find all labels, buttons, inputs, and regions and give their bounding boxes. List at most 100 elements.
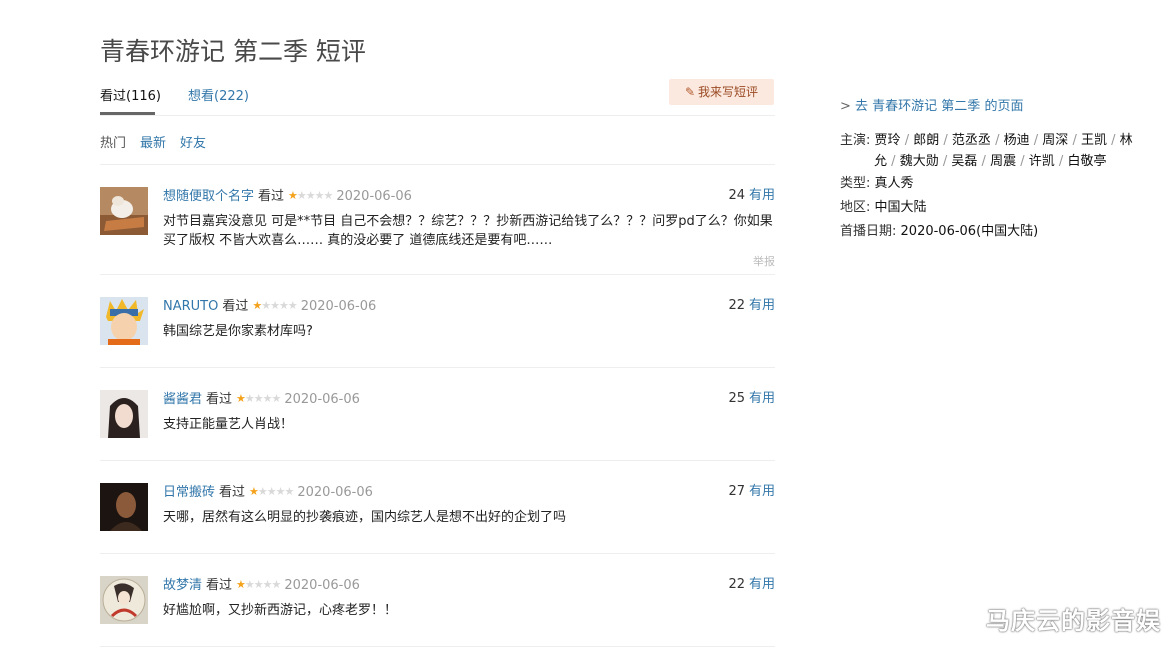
cast-separator: / bbox=[981, 154, 986, 169]
cast-member-link[interactable]: 魏大勋 bbox=[900, 154, 939, 169]
report-link[interactable]: 举报 bbox=[753, 253, 775, 269]
genre-label: 类型: bbox=[840, 176, 871, 191]
rating-stars: ★★★★★ bbox=[252, 299, 297, 312]
review-status: 看过 bbox=[206, 392, 233, 407]
premiere-row: 首播日期: 2020-06-06(中国大陆) bbox=[840, 220, 1140, 244]
useful-count: 22 bbox=[728, 298, 745, 313]
useful-vote[interactable]: 25 有用 bbox=[728, 390, 775, 407]
cast-member-link[interactable]: 许凯 bbox=[1029, 154, 1055, 169]
useful-label: 有用 bbox=[748, 577, 775, 592]
sort-hot[interactable]: 热门 bbox=[100, 132, 126, 151]
review-username[interactable]: 故梦清 bbox=[163, 578, 202, 593]
goto-subject-label: 去 青春环游记 第二季 的页面 bbox=[855, 99, 1024, 114]
cast-member-link[interactable]: 杨迪 bbox=[1004, 133, 1030, 148]
review-date: 2020-06-06 bbox=[336, 189, 412, 204]
sort-latest[interactable]: 最新 bbox=[140, 132, 166, 151]
review-status: 看过 bbox=[222, 299, 249, 314]
cast-member-link[interactable]: 周深 bbox=[1042, 133, 1068, 148]
review-item: 酱酱君 看过 ★★★★★ 2020-06-06 25 有用 支持正能量艺人肖战！ bbox=[100, 390, 775, 461]
avatar[interactable] bbox=[100, 187, 148, 235]
review-date: 2020-06-06 bbox=[284, 392, 360, 407]
goto-subject-link[interactable]: > 去 青春环游记 第二季 的页面 bbox=[840, 95, 1140, 119]
cast-member-link[interactable]: 范丞丞 bbox=[952, 133, 991, 148]
useful-label: 有用 bbox=[748, 484, 775, 499]
cast-label: 主演: bbox=[840, 133, 871, 148]
cast-separator: / bbox=[891, 154, 896, 169]
useful-vote[interactable]: 22 有用 bbox=[728, 297, 775, 314]
review-username[interactable]: 酱酱君 bbox=[163, 392, 202, 407]
cast-separator: / bbox=[1033, 133, 1039, 148]
sort-bar: 热门 最新 好友 bbox=[100, 132, 775, 165]
tab-watched[interactable]: 看过(116) bbox=[100, 85, 161, 115]
write-review-label: 我来写短评 bbox=[698, 85, 759, 99]
genre-value: 真人秀 bbox=[874, 176, 914, 191]
avatar[interactable] bbox=[100, 483, 148, 531]
region-label: 地区: bbox=[840, 200, 871, 215]
watermark: 马庆云的影音娱 bbox=[986, 607, 1161, 635]
cast-separator: / bbox=[1020, 154, 1025, 169]
cast-list: 贾玲 / 郎朗 / 范丞丞 / 杨迪 / 周深 / 王凯 / 林允 / 魏大勋 … bbox=[874, 133, 1133, 169]
cast-separator: / bbox=[943, 133, 948, 148]
useful-vote[interactable]: 22 有用 bbox=[728, 576, 775, 593]
useful-count: 27 bbox=[728, 484, 745, 499]
cast-member-link[interactable]: 王凯 bbox=[1081, 133, 1107, 148]
cast-member-link[interactable]: 周震 bbox=[990, 154, 1016, 169]
useful-count: 24 bbox=[728, 188, 745, 203]
useful-count: 25 bbox=[728, 391, 745, 406]
avatar[interactable] bbox=[100, 297, 148, 345]
cast-row: 主演: 贾玲 / 郎朗 / 范丞丞 / 杨迪 / 周深 / 王凯 / 林允 / … bbox=[840, 130, 1140, 172]
avatar[interactable] bbox=[100, 390, 148, 438]
useful-label: 有用 bbox=[748, 298, 775, 313]
review-status: 看过 bbox=[219, 485, 246, 500]
review-content: 对节目嘉宾没意见 可是**节目 自己不会想？？综艺？？？抄新西游记给钱了么？？？… bbox=[163, 214, 773, 248]
cast-member-link[interactable]: 郎朗 bbox=[913, 133, 939, 148]
review-status: 看过 bbox=[258, 189, 285, 204]
review-content: 韩国综艺是你家素材库吗? bbox=[163, 324, 313, 339]
review-username[interactable]: 想随便取个名字 bbox=[163, 189, 254, 204]
cast-member-link[interactable]: 白敬亭 bbox=[1067, 154, 1106, 169]
premiere-label: 首播日期: bbox=[840, 224, 897, 239]
review-date: 2020-06-06 bbox=[300, 299, 377, 314]
genre-row: 类型: 真人秀 bbox=[840, 172, 1140, 196]
rating-stars: ★★★★★ bbox=[236, 578, 281, 591]
useful-label: 有用 bbox=[748, 391, 775, 406]
review-status: 看过 bbox=[206, 578, 233, 593]
review-username[interactable]: 日常搬砖 bbox=[163, 485, 215, 500]
rating-stars: ★★★★★ bbox=[249, 485, 294, 498]
cast-separator: / bbox=[942, 154, 948, 169]
avatar[interactable] bbox=[100, 576, 148, 624]
review-item: NARUTO 看过 ★★★★★ 2020-06-06 22 有用 韩国综艺是你家素材库吗… bbox=[100, 297, 775, 368]
review-username[interactable]: NARUTO bbox=[163, 299, 218, 314]
review-content: 好尴尬啊，又抄新西游记，心疼老罗！！ bbox=[163, 603, 398, 618]
cast-separator: / bbox=[995, 133, 1000, 148]
region-value: 中国大陆 bbox=[874, 200, 927, 215]
subject-info: 主演: 贾玲 / 郎朗 / 范丞丞 / 杨迪 / 周深 / 王凯 / 林允 / … bbox=[840, 130, 1140, 244]
review-item: 日常搬砖 看过 ★★★★★ 2020-06-06 27 有用 天哪，居然有这么明显的抄袭… bbox=[100, 483, 775, 554]
tab-want-to-watch[interactable]: 想看(222) bbox=[188, 85, 249, 104]
goto-prefix: > bbox=[840, 99, 851, 114]
sidebar: > 去 青春环游记 第二季 的页面 主演: 贾玲 / 郎朗 / 范丞丞 / 杨迪… bbox=[840, 95, 1140, 244]
cast-separator: / bbox=[1058, 154, 1064, 169]
region-row: 地区: 中国大陆 bbox=[840, 196, 1140, 220]
review-date: 2020-06-06 bbox=[297, 485, 373, 500]
rating-stars: ★★★★★ bbox=[288, 189, 333, 202]
review-date: 2020-06-06 bbox=[284, 578, 360, 593]
cast-member-link[interactable]: 吴磊 bbox=[951, 154, 977, 169]
write-review-button[interactable]: ✎ 我来写短评 bbox=[669, 79, 774, 105]
cast-separator: / bbox=[904, 133, 910, 148]
cast-separator: / bbox=[1072, 133, 1077, 148]
rating-stars: ★★★★★ bbox=[236, 392, 281, 405]
useful-count: 22 bbox=[728, 577, 745, 592]
sort-friends[interactable]: 好友 bbox=[180, 132, 206, 151]
pencil-icon: ✎ bbox=[684, 85, 696, 99]
review-item: 故梦清 看过 ★★★★★ 2020-06-06 22 有用 好尴尬啊，又抄新西游记，心疼… bbox=[100, 576, 775, 647]
page-title: 青春环游记 第二季 短评 bbox=[100, 37, 366, 66]
cast-separator: / bbox=[1111, 133, 1116, 148]
useful-vote[interactable]: 27 有用 bbox=[728, 483, 775, 500]
useful-vote[interactable]: 24 有用 bbox=[728, 187, 775, 204]
premiere-value: 2020-06-06(中国大陆) bbox=[900, 224, 1039, 239]
review-content: 天哪，居然有这么明显的抄袭痕迹，国内综艺人是想不出好的企划了吗 bbox=[163, 510, 567, 525]
review-item: 想随便取个名字 看过 ★★★★★ 2020-06-06 24 有用 对节目嘉宾没意见 可… bbox=[100, 187, 775, 275]
cast-member-link[interactable]: 贾玲 bbox=[875, 133, 901, 148]
review-content: 支持正能量艺人肖战！ bbox=[163, 417, 294, 432]
